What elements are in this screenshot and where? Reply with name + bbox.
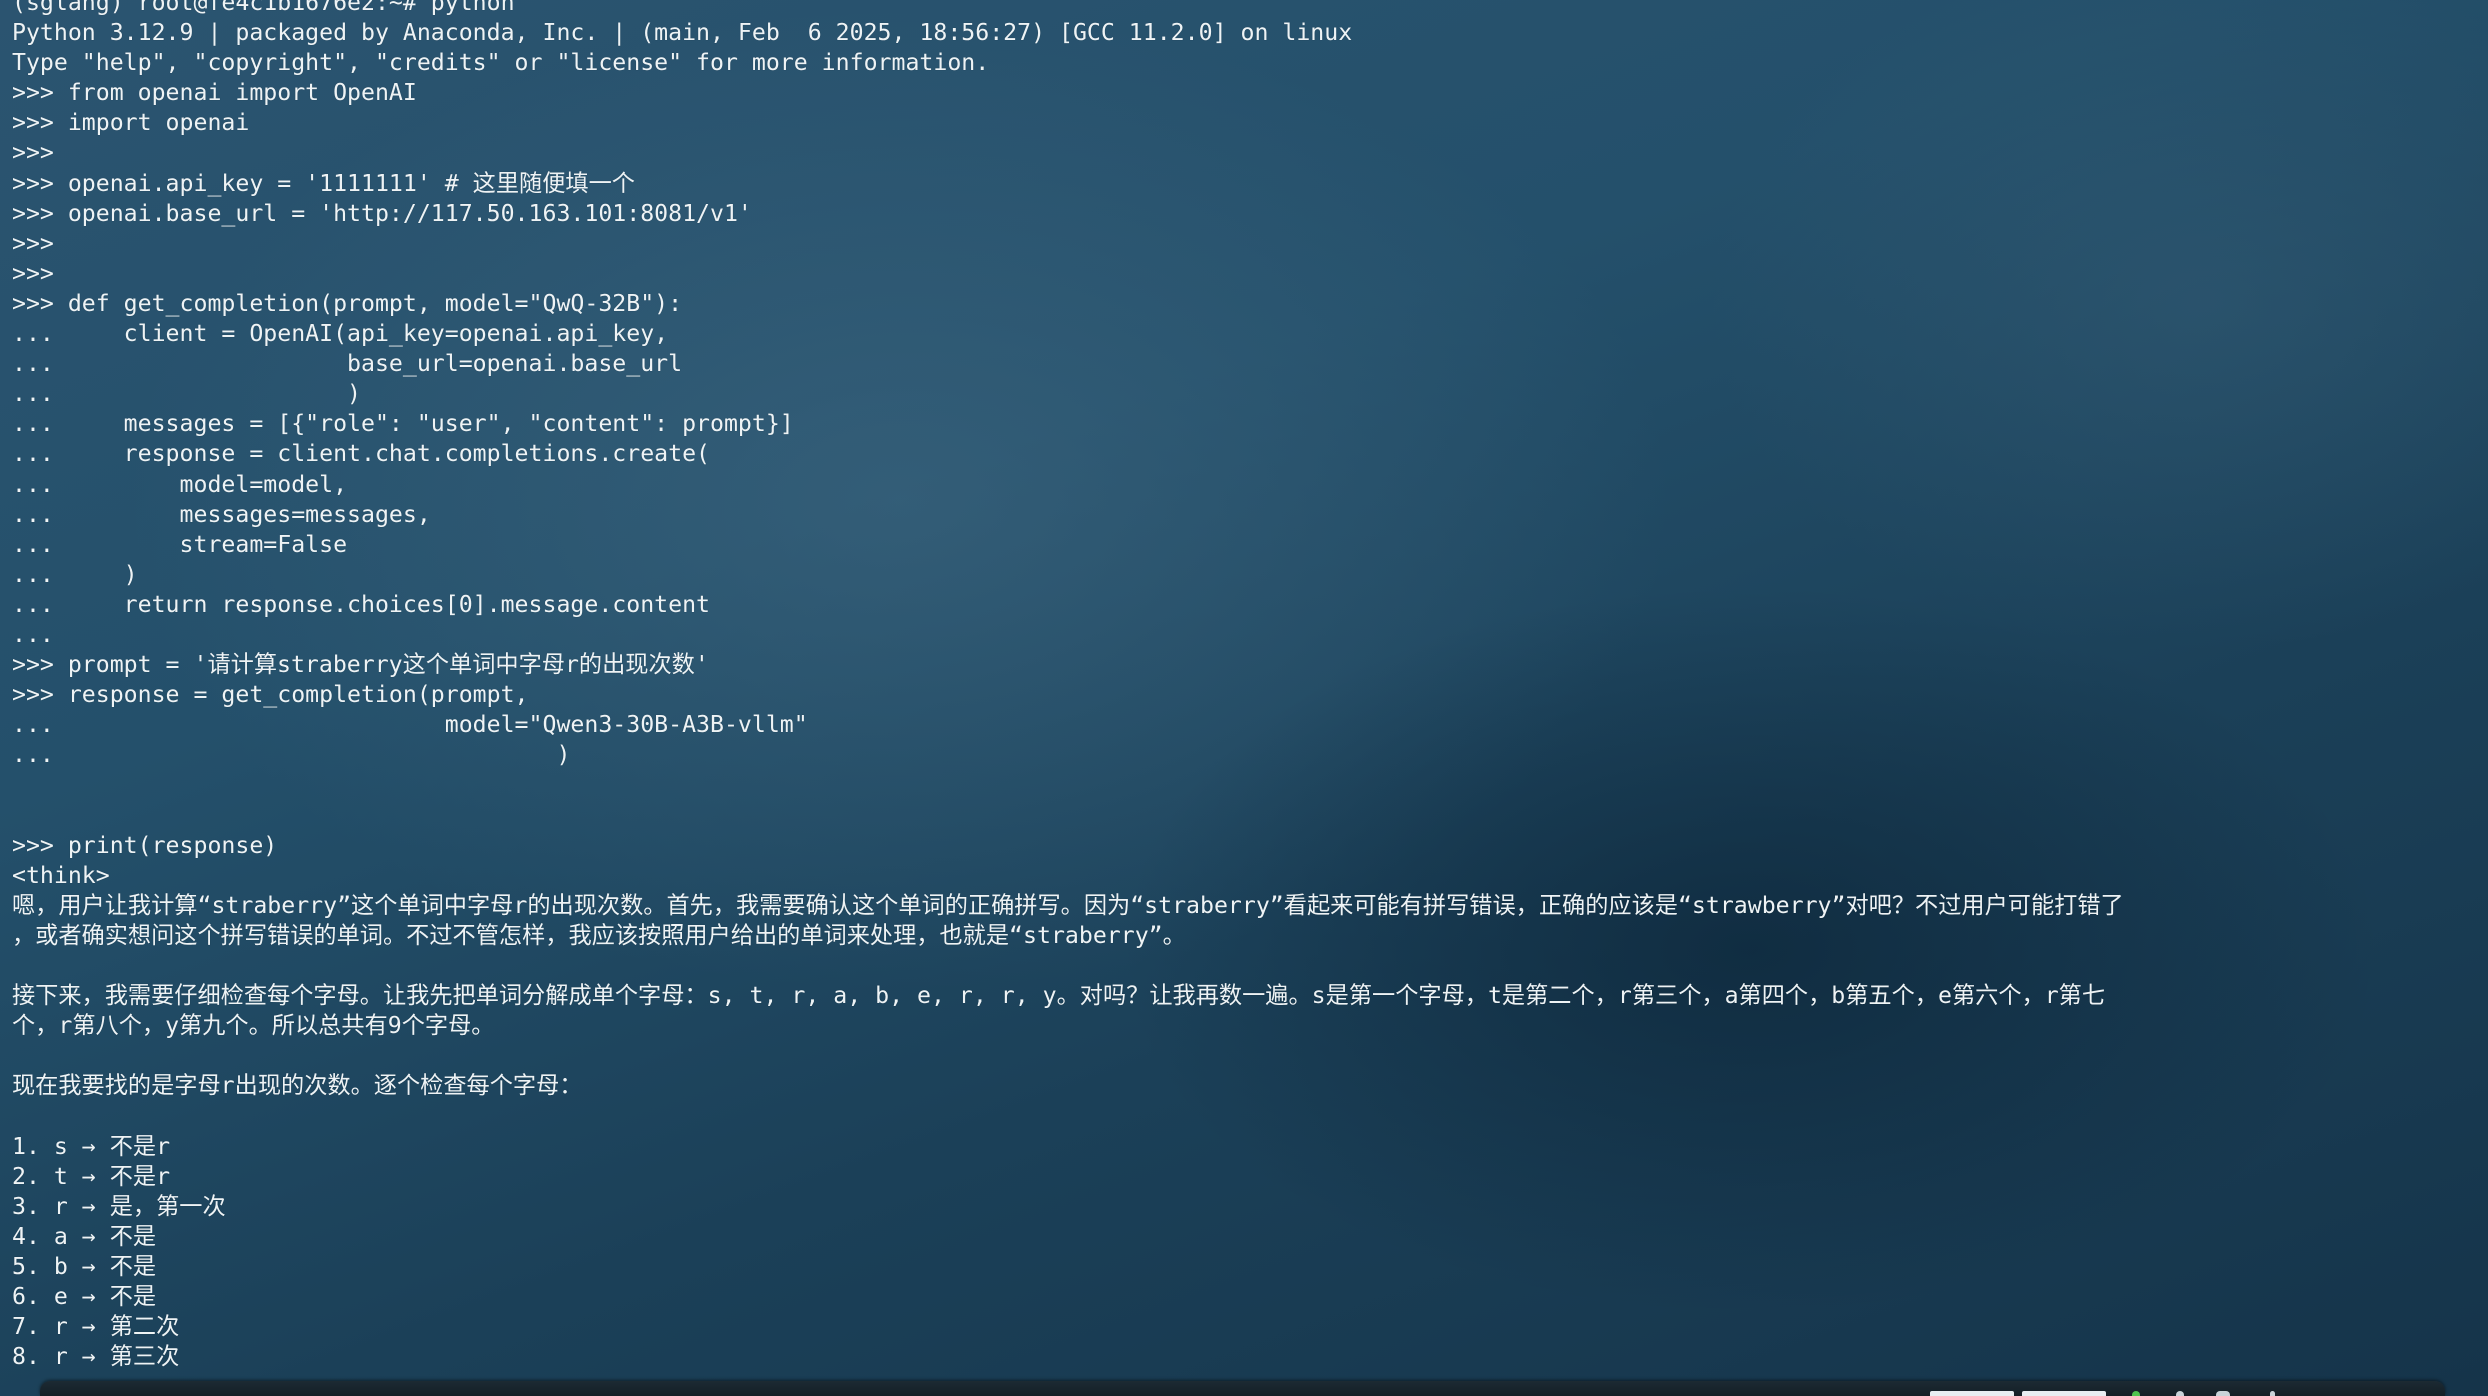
code-line: ... return response.choices[0].message.c…	[12, 590, 711, 618]
code-line: >>> openai.api_key = '1111111' # 这里随便填一个	[12, 169, 635, 197]
output-line: 嗯，用户让我计算“straberry”这个单词中字母r的出现次数。首先，我需要确…	[12, 891, 2124, 919]
tray-icon[interactable]	[2270, 1391, 2275, 1396]
tray-icon[interactable]	[2216, 1391, 2230, 1396]
output-list-item: 1. s → 不是r	[12, 1132, 171, 1160]
python-help-line: Type "help", "copyright", "credits" or "…	[12, 49, 990, 77]
code-line: ... )	[12, 560, 138, 588]
output-list-item: 5. b → 不是	[12, 1252, 157, 1280]
code-line: >>>	[12, 229, 54, 257]
code-line: ... client = OpenAI(api_key=openai.api_k…	[12, 320, 669, 348]
code-line: >>> def get_completion(prompt, model="Qw…	[12, 289, 683, 317]
taskbar-window-button[interactable]	[1930, 1391, 2014, 1396]
code-line: ... model=model,	[12, 470, 348, 498]
code-line: >>> import openai	[12, 109, 250, 137]
code-line: ...	[12, 620, 54, 648]
shell-prompt-line: (sglang) root@fe4c1b1676e2:~# python	[12, 0, 515, 16]
code-line: ... response = client.chat.completions.c…	[12, 440, 711, 468]
code-line: ... )	[12, 380, 362, 408]
code-line: ... )	[12, 741, 571, 769]
code-line: >>>	[12, 139, 54, 167]
taskbar	[40, 1381, 2445, 1396]
code-line: ... messages = [{"role": "user", "conten…	[12, 410, 794, 438]
code-line: >>> response = get_completion(prompt,	[12, 681, 529, 709]
code-line: >>> prompt = '请计算straberry这个单词中字母r的出现次数'	[12, 651, 709, 679]
terminal-window[interactable]: (sglang) root@fe4c1b1676e2:~# python Pyt…	[0, 0, 2488, 1380]
output-line: ，或者确实想问这个拼写错误的单词。不过不管怎样，我应该按照用户给出的单词来处理，…	[12, 921, 1186, 949]
code-line: ... model="Qwen3-30B-A3B-vllm"	[12, 711, 808, 739]
output-line: <think>	[12, 861, 110, 889]
output-list-item: 2. t → 不是r	[12, 1162, 171, 1190]
taskbar-window-button[interactable]	[2022, 1391, 2106, 1396]
output-list-item: 8. r → 第三次	[12, 1343, 180, 1371]
code-line: >>> from openai import OpenAI	[12, 79, 417, 107]
code-line: >>> print(response)	[12, 831, 278, 859]
output-line: 现在我要找的是字母r出现的次数。逐个检查每个字母：	[12, 1072, 583, 1100]
output-line: 接下来，我需要仔细检查每个字母。让我先把单词分解成单个字母：s, t, r, a…	[12, 982, 2106, 1010]
code-line: ... stream=False	[12, 530, 348, 558]
code-line: ... messages=messages,	[12, 500, 431, 528]
output-list-item: 7. r → 第二次	[12, 1313, 180, 1341]
output-line: 个，r第八个，y第九个。所以总共有9个字母。	[12, 1012, 495, 1040]
output-list-item: 3. r → 是，第一次	[12, 1192, 226, 1220]
code-line: >>> openai.base_url = 'http://117.50.163…	[12, 199, 752, 227]
tray-icon[interactable]	[2176, 1391, 2184, 1396]
python-version-line: Python 3.12.9 | packaged by Anaconda, In…	[12, 19, 1353, 47]
output-list-item: 6. e → 不是	[12, 1283, 157, 1311]
output-list-item: 4. a → 不是	[12, 1222, 157, 1250]
terminal-output: (sglang) root@fe4c1b1676e2:~# python Pyt…	[12, 0, 2124, 1372]
code-line: >>>	[12, 259, 54, 287]
status-indicator-icon	[2132, 1391, 2140, 1396]
code-line: ... base_url=openai.base_url	[12, 350, 683, 378]
